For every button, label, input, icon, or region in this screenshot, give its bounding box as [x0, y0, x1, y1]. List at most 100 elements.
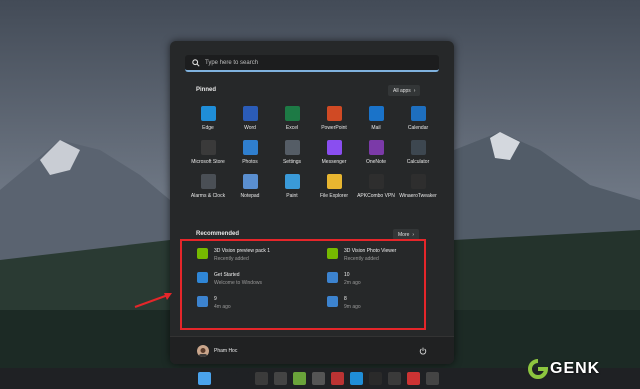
pinned-app-label: Notepad [240, 193, 260, 199]
image-file-icon [327, 272, 338, 283]
tips-icon [197, 272, 208, 283]
pinned-app-file-explorer[interactable]: File Explorer [313, 174, 355, 208]
taskbar-app-icon[interactable] [274, 372, 287, 385]
recommended-item[interactable]: Get Started Welcome to Windows [197, 272, 262, 286]
pinned-app-settings[interactable]: Settings [271, 140, 313, 174]
taskbar-app-icon[interactable] [255, 372, 268, 385]
pinned-title: Pinned [196, 87, 217, 93]
recommended-item[interactable]: 3D Vision Photo Viewer Recently added [327, 248, 396, 262]
image-file-icon [197, 296, 208, 307]
pinned-app-label: Mail [371, 125, 381, 131]
recommended-item-subtitle: Welcome to Windows [214, 280, 262, 286]
taskbar-windows-start-icon[interactable] [198, 372, 211, 385]
recommended-item[interactable]: 10 2m ago [327, 272, 361, 286]
chevron-right-icon: › [413, 87, 416, 94]
taskbar-edge-icon[interactable] [350, 372, 363, 385]
recommended-item-title: 3D Vision Photo Viewer [344, 248, 397, 254]
pinned-app-calendar[interactable]: Calendar [397, 106, 439, 140]
search-box[interactable]: Type here to search [185, 55, 439, 72]
recommended-item-subtitle: Recently added [344, 256, 379, 262]
pinned-app-label: Alarms & Clock [190, 193, 226, 199]
pinned-app-microsoft-store[interactable]: Microsoft Store [187, 140, 229, 174]
pinned-app-excel[interactable]: Excel [271, 106, 313, 140]
photos-icon [242, 140, 258, 155]
clock-icon [200, 174, 216, 189]
genk-watermark: GENK [528, 358, 633, 380]
recommended-item-title: Get Started [214, 272, 240, 278]
all-apps-button[interactable]: All apps › [388, 85, 421, 96]
powerpoint-icon [326, 106, 342, 121]
pinned-app-edge[interactable]: Edge [187, 106, 229, 140]
pinned-app-word[interactable]: Word [229, 106, 271, 140]
pinned-app-onenote[interactable]: OneNote [355, 140, 397, 174]
search-placeholder: Type here to search [205, 59, 259, 66]
pinned-app-calculator[interactable]: Calculator [397, 140, 439, 174]
recommended-item[interactable]: 8 9m ago [327, 296, 361, 310]
pinned-app-apkcombo-vpn[interactable]: APKCombo VPN [355, 174, 397, 208]
taskbar-search-icon[interactable] [217, 372, 230, 385]
avatar[interactable] [197, 345, 209, 357]
taskbar-chrome-icon[interactable] [369, 372, 382, 385]
recommended-item[interactable]: 9 4m ago [197, 296, 231, 310]
user-name[interactable]: Pham Hoc [214, 348, 237, 354]
pinned-app-photos[interactable]: Photos [229, 140, 271, 174]
recommended-item-title: 9 [214, 296, 217, 302]
pinned-app-label: Calculator [406, 159, 430, 165]
pinned-app-label: Edge [202, 125, 214, 131]
pinned-app-label: Settings [282, 159, 302, 165]
search-icon [189, 56, 203, 70]
recommended-item-subtitle: 9m ago [344, 304, 361, 310]
chevron-right-icon: › [412, 231, 415, 238]
image-file-icon [327, 296, 338, 307]
taskbar-app-icon[interactable] [407, 372, 420, 385]
power-icon[interactable] [417, 345, 429, 357]
taskbar-vim-icon[interactable] [293, 372, 306, 385]
watermark-text: GENK [550, 360, 601, 377]
annotation-arrow [134, 293, 172, 308]
excel-icon [284, 106, 300, 121]
more-label: More [398, 231, 410, 238]
pinned-app-label: Word [244, 125, 256, 131]
taskbar-task-view-icon[interactable] [236, 372, 249, 385]
pinned-app-label: Messenger [321, 159, 347, 165]
pinned-app-label: Excel [285, 125, 299, 131]
taskbar-app-icon[interactable] [426, 372, 439, 385]
start-footer: Pham Hoc [170, 336, 454, 364]
pinned-app-label: Microsoft Store [191, 159, 225, 165]
pinned-app-label: Calendar [407, 125, 429, 131]
recommended-item-title: 8 [344, 296, 347, 302]
recommended-item[interactable]: 3D Vision preview pack 1 Recently added [197, 248, 270, 262]
pinned-app-messenger[interactable]: Messenger [313, 140, 355, 174]
pinned-app-label: File Explorer [319, 193, 349, 199]
pinned-app-label: PowerPoint [321, 125, 347, 131]
taskbar-app-icon[interactable] [388, 372, 401, 385]
folder-icon [326, 174, 342, 189]
recommended-item-subtitle: 4m ago [214, 304, 231, 310]
pinned-app-alarms-clock[interactable]: Alarms & Clock [187, 174, 229, 208]
pinned-app-mail[interactable]: Mail [355, 106, 397, 140]
onenote-icon [368, 140, 384, 155]
pinned-app-label: APKCombo VPN [357, 193, 395, 199]
pinned-app-paint[interactable]: Paint [271, 174, 313, 208]
taskbar-app-icon[interactable] [312, 372, 325, 385]
calendar-icon [410, 106, 426, 121]
pinned-app-powerpoint[interactable]: PowerPoint [313, 106, 355, 140]
all-apps-label: All apps [393, 87, 411, 94]
genk-logo-icon [528, 359, 548, 379]
recommended-title: Recommended [196, 231, 240, 237]
settings-icon [284, 140, 300, 155]
pinned-app-label: Paint [286, 193, 298, 199]
word-icon [242, 106, 258, 121]
recommended-item-title: 10 [344, 272, 350, 278]
calculator-icon [410, 140, 426, 155]
recommended-item-subtitle: 2m ago [344, 280, 361, 286]
pinned-app-winaerotweaker[interactable]: WinaeroTweaker [397, 174, 439, 208]
pinned-app-notepad[interactable]: Notepad [229, 174, 271, 208]
messenger-icon [326, 140, 342, 155]
tweaker-icon [410, 174, 426, 189]
mail-icon [368, 106, 384, 121]
taskbar-app-icon[interactable] [331, 372, 344, 385]
pinned-app-label: WinaeroTweaker [399, 193, 437, 199]
store-icon [200, 140, 216, 155]
recommended-item-subtitle: Recently added [214, 256, 249, 262]
